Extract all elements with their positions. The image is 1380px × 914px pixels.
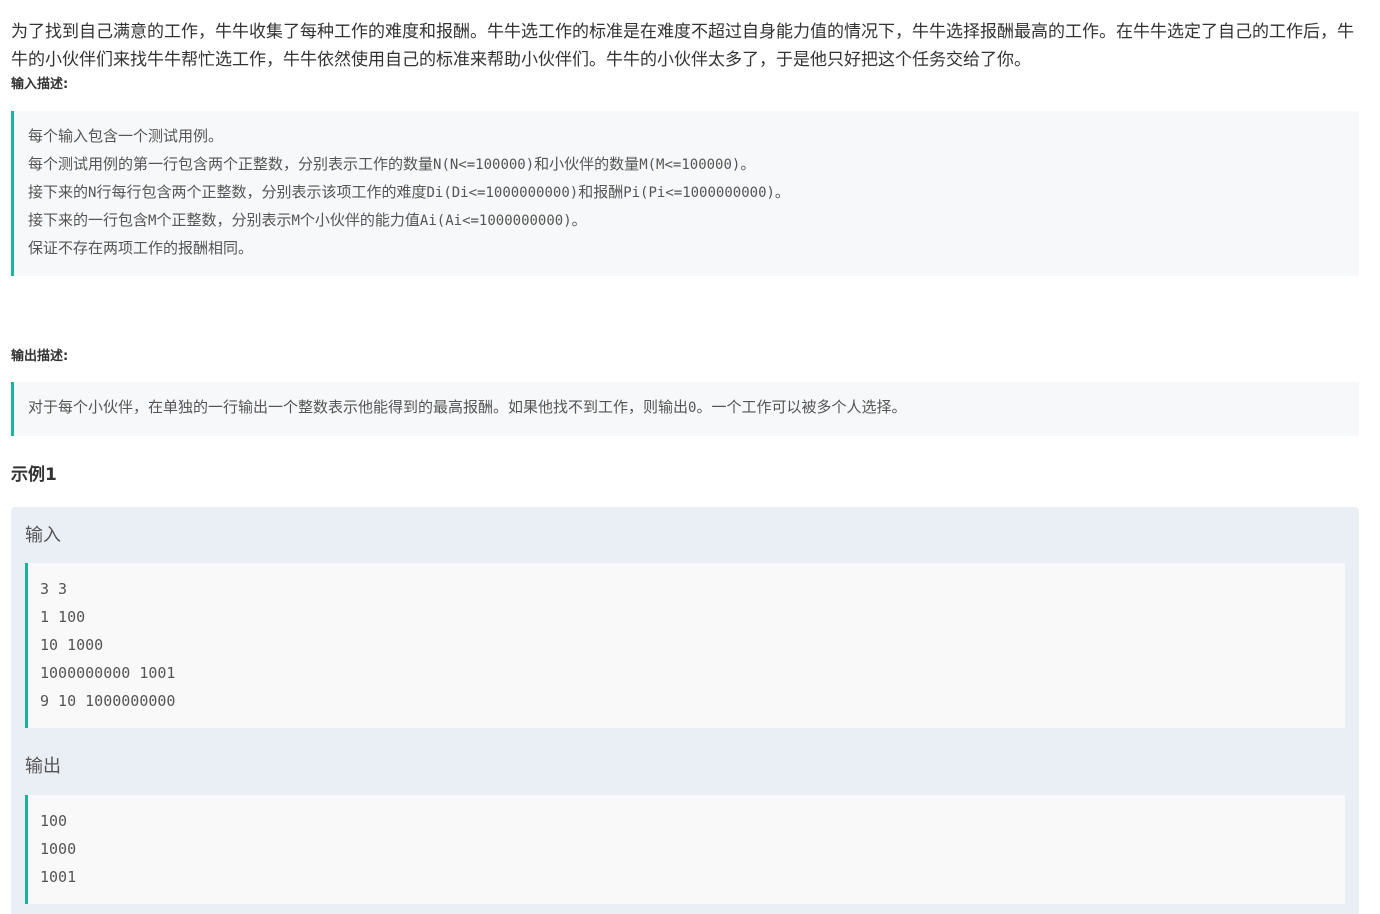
example-input-code: 3 3 1 100 10 1000 1000000000 1001 9 10 1… (25, 563, 1345, 728)
input-description-label: 输入描述: (11, 77, 69, 92)
input-description-line: 接下来的一行包含M个正整数，分别表示M个小伙伴的能力值Ai(Ai<=100000… (28, 211, 587, 229)
output-description-block: 对于每个小伙伴，在单独的一行输出一个整数表示他能得到的最高报酬。如果他找不到工作… (11, 382, 1359, 436)
input-description-line: 每个测试用例的第一行包含两个正整数，分别表示工作的数量N(N<=100000)和… (28, 155, 756, 173)
output-description-label: 输出描述: (11, 349, 69, 364)
code-line: 1 100 (40, 608, 86, 626)
output-description-line: 对于每个小伙伴，在单独的一行输出一个整数表示他能得到的最高报酬。如果他找不到工作… (28, 398, 907, 416)
input-description-line: 每个输入包含一个测试用例。 (28, 127, 224, 145)
input-description-block: 每个输入包含一个测试用例。 每个测试用例的第一行包含两个正整数，分别表示工作的数… (11, 111, 1359, 276)
code-line: 100 (40, 812, 68, 830)
example-output-label: 输出 (25, 756, 61, 777)
example-box: 输入 3 3 1 100 10 1000 1000000000 1001 9 1… (11, 507, 1359, 914)
problem-page: 为了找到自己满意的工作，牛牛收集了每种工作的难度和报酬。牛牛选工作的标准是在难度… (0, 0, 1380, 914)
code-line: 1001 (40, 868, 77, 886)
code-line: 9 10 1000000000 (40, 692, 176, 710)
code-line: 10 1000 (40, 636, 104, 654)
input-description-line: 保证不存在两项工作的报酬相同。 (28, 239, 254, 257)
example-input-label: 输入 (25, 525, 61, 546)
example-output-code: 100 1000 1001 (25, 795, 1345, 904)
problem-description: 为了找到自己满意的工作，牛牛收集了每种工作的难度和报酬。牛牛选工作的标准是在难度… (11, 22, 1354, 70)
code-line: 3 3 (40, 580, 68, 598)
code-line: 1000 (40, 840, 77, 858)
example-title: 示例1 (11, 465, 57, 485)
input-description-line: 接下来的N行每行包含两个正整数，分别表示该项工作的难度Di(Di<=100000… (28, 183, 790, 201)
code-line: 1000000000 1001 (40, 664, 176, 682)
